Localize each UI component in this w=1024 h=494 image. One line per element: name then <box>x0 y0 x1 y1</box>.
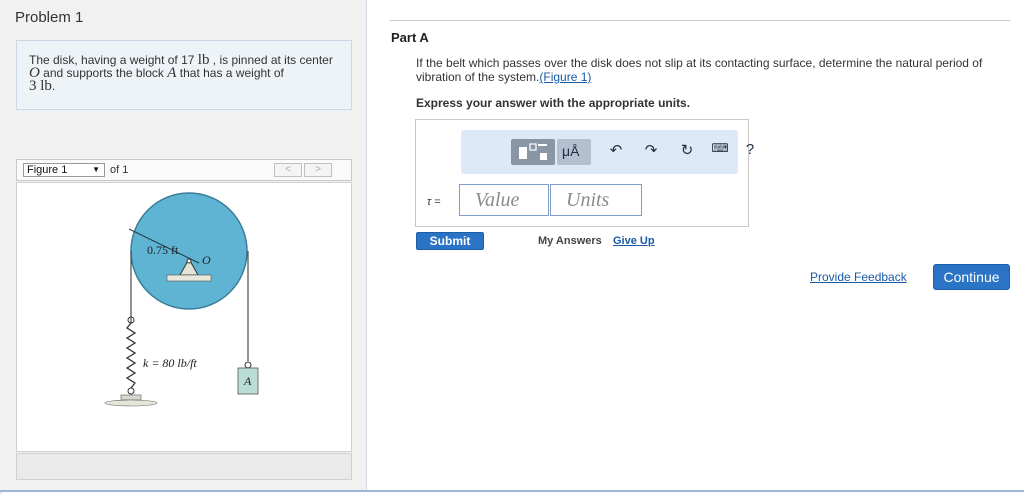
ground <box>104 399 158 407</box>
answer-variable-label: τ = <box>427 196 441 208</box>
continue-button[interactable]: Continue <box>933 264 1010 290</box>
template-icon <box>519 143 547 160</box>
figure-viewer: 0.75 ft O k = 80 lb/ft A <box>16 182 352 452</box>
figure-diagram: 0.75 ft O k = 80 lb/ft A <box>104 192 259 407</box>
my-answers-link[interactable]: My Answers <box>538 235 602 247</box>
block-label: A <box>243 374 252 388</box>
reset-icon[interactable]: ↻ <box>676 141 698 159</box>
units-button[interactable]: μÅ <box>557 139 591 165</box>
help-button[interactable]: ? <box>744 141 756 158</box>
keyboard-icon[interactable]: ⌨ <box>709 141 731 155</box>
figure-navigation-bar: Figure 1 ▼ of 1 < > <box>16 159 352 181</box>
problem-text-4: that has a weight of <box>176 66 284 80</box>
center-label: O <box>202 253 211 267</box>
answer-box: μÅ ↶ ↷ ↻ ⌨ ? τ = Value Units <box>415 119 754 227</box>
units-input[interactable]: Units <box>550 184 642 216</box>
spring-hook <box>127 387 135 395</box>
give-up-link[interactable]: Give Up <box>613 235 655 247</box>
previous-figure-button[interactable]: < <box>274 163 302 177</box>
question-body: If the belt which passes over the disk d… <box>416 56 983 84</box>
problem-title: Problem 1 <box>15 9 84 26</box>
part-title: Part A <box>391 30 429 45</box>
block-weight: 3 lb <box>29 78 52 94</box>
units-symbol: μÅ <box>562 143 580 159</box>
spring-constant-label: k = 80 lb/ft <box>143 356 197 370</box>
template-button[interactable] <box>511 139 555 165</box>
ground-anchor <box>120 394 142 401</box>
question-text: If the belt which passes over the disk d… <box>416 56 1016 84</box>
pin-center <box>186 258 192 264</box>
provide-feedback-link[interactable]: Provide Feedback <box>810 270 907 284</box>
radius-label: 0.75 ft <box>147 243 179 257</box>
pin-base <box>166 274 212 282</box>
figure-select[interactable]: Figure 1 ▼ <box>23 163 105 177</box>
problem-period: . <box>51 79 56 93</box>
spring <box>125 322 137 389</box>
problem-panel: Problem 1 The disk, having a weight of 1… <box>0 0 367 490</box>
part-divider <box>390 20 1010 21</box>
figure-footer <box>16 453 352 480</box>
answer-instruction: Express your answer with the appropriate… <box>416 96 691 110</box>
bottom-border <box>0 490 1024 492</box>
figure-link[interactable]: (Figure 1) <box>539 70 591 84</box>
block-hook <box>244 361 252 369</box>
undo-icon[interactable]: ↶ <box>605 141 627 159</box>
redo-icon[interactable]: ↷ <box>640 141 662 159</box>
figure-count: of 1 <box>110 164 129 176</box>
problem-statement: The disk, having a weight of 17 lb , is … <box>16 40 352 110</box>
value-input[interactable]: Value <box>459 184 549 216</box>
submit-button[interactable]: Submit <box>416 232 484 250</box>
equation-toolbar: μÅ ↶ ↷ ↻ ⌨ ? <box>461 130 754 174</box>
next-figure-button[interactable]: > <box>304 163 332 177</box>
problem-text-2: , is pinned at its center <box>209 53 333 67</box>
problem-text-3: and supports the block <box>39 66 168 80</box>
chevron-down-icon: ▼ <box>92 165 100 174</box>
figure-select-value: Figure 1 <box>27 164 68 176</box>
